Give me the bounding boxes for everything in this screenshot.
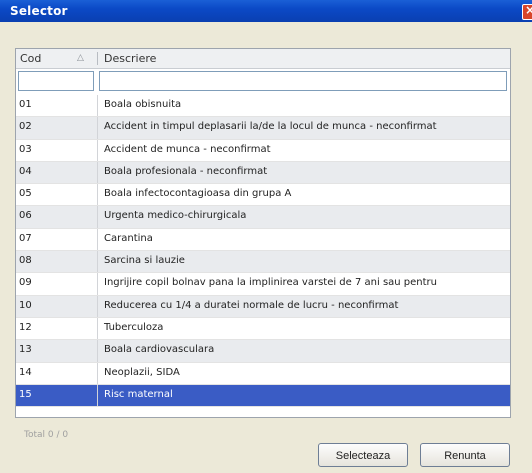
cell-descriere: Boala infectocontagioasa din grupa A <box>104 188 292 200</box>
codes-grid: Cod △ Descriere 01 Boala obisnuita 02 Accid… <box>15 48 511 418</box>
cell-cod: 13 <box>19 344 32 356</box>
cancel-button[interactable]: Renunta <box>420 443 510 467</box>
cell-descriere: Risc maternal <box>104 388 173 400</box>
cell-descriere: Accident in timpul deplasarii la/de la l… <box>104 121 437 133</box>
cell-cod: 14 <box>19 366 32 378</box>
sort-ascending-icon: △ <box>77 53 84 63</box>
table-row[interactable]: 14 Neoplazii, SIDA <box>16 362 510 385</box>
title-bar[interactable]: Selector × <box>0 0 532 22</box>
cell-cod: 04 <box>19 165 32 177</box>
table-row[interactable]: 12 Tuberculoza <box>16 317 510 341</box>
filter-input-descriere[interactable] <box>99 71 507 91</box>
cell-descriere: Ingrijire copil bolnav pana la implinire… <box>104 277 438 289</box>
cell-cod: 02 <box>19 121 32 133</box>
cell-divider <box>97 251 98 273</box>
table-row[interactable]: 07 Carantina <box>16 228 510 252</box>
cell-divider <box>97 117 98 139</box>
table-row[interactable]: 04 Boala profesionala - neconfirmat <box>16 161 510 185</box>
cell-descriere: Reducerea cu 1/4 a duratei normale de lu… <box>104 299 399 311</box>
cell-descriere: Sarcina si lauzie <box>104 255 185 267</box>
cell-cod: 09 <box>19 277 32 289</box>
cell-divider <box>97 273 98 295</box>
cell-divider <box>97 139 98 161</box>
cell-divider <box>97 206 98 228</box>
grid-rows: 01 Boala obisnuita 02 Accident in timpul de… <box>16 95 510 408</box>
cell-divider <box>97 362 98 384</box>
cell-cod: 07 <box>19 232 32 244</box>
close-icon: × <box>525 3 532 17</box>
cell-cod: 08 <box>19 255 32 267</box>
cell-descriere: Boala profesionala - neconfirmat <box>104 165 268 177</box>
cell-divider <box>97 184 98 206</box>
table-row[interactable]: 09 Ingrijire copil bolnav pana la implini… <box>16 273 510 296</box>
cell-divider <box>97 295 98 317</box>
select-button[interactable]: Selecteaza <box>318 443 408 467</box>
cell-cod: 03 <box>19 143 32 155</box>
selector-dialog: Selector × Cod △ Descriere 01 Boala obisn… <box>0 0 532 473</box>
cell-divider <box>97 228 98 251</box>
column-header-cod[interactable]: Cod <box>20 49 41 68</box>
table-row[interactable]: 10 Reducerea cu 1/4 a duratei normale de … <box>16 295 510 318</box>
table-row[interactable]: 05 Boala infectocontagioasa din grupa A <box>16 184 510 207</box>
cell-cod: 05 <box>19 188 32 200</box>
close-button[interactable]: × <box>522 3 532 20</box>
cell-descriere: Urgenta medico-chirurgicala <box>104 210 247 222</box>
cell-descriere: Boala cardiovasculara <box>104 344 215 356</box>
cell-descriere: Tuberculoza <box>104 321 164 333</box>
cell-divider <box>97 340 98 362</box>
cell-descriere: Neoplazii, SIDA <box>104 366 180 378</box>
table-row[interactable]: 08 Sarcina si lauzie <box>16 251 510 274</box>
table-row[interactable]: 01 Boala obisnuita <box>16 95 510 118</box>
cell-divider <box>97 317 98 340</box>
column-header-descriere[interactable]: Descriere <box>104 49 156 68</box>
table-row[interactable]: 06 Urgenta medico-chirurgicala <box>16 206 510 229</box>
table-row[interactable]: 15 Risc maternal <box>16 384 510 408</box>
cell-divider <box>97 95 98 117</box>
cell-descriere: Boala obisnuita <box>104 99 182 110</box>
cell-cod: 10 <box>19 299 32 311</box>
cell-cod: 12 <box>19 321 32 333</box>
table-row[interactable]: 13 Boala cardiovasculara <box>16 340 510 363</box>
filter-input-cod[interactable] <box>18 71 94 91</box>
cell-descriere: Carantina <box>104 232 153 244</box>
cell-descriere: Accident de munca - neconfirmat <box>104 143 271 155</box>
column-divider[interactable] <box>97 52 98 65</box>
cell-divider <box>97 161 98 184</box>
cell-cod: 01 <box>19 99 32 110</box>
cell-cod: 06 <box>19 210 32 222</box>
table-row[interactable]: 03 Accident de munca - neconfirmat <box>16 139 510 162</box>
record-count: Total 0 / 0 <box>24 430 69 440</box>
table-row[interactable]: 02 Accident in timpul deplasarii la/de la… <box>16 117 510 140</box>
grid-header: Cod △ Descriere <box>16 49 510 69</box>
cell-cod: 15 <box>19 388 32 400</box>
cell-divider <box>97 384 98 407</box>
window-title: Selector <box>10 4 68 18</box>
